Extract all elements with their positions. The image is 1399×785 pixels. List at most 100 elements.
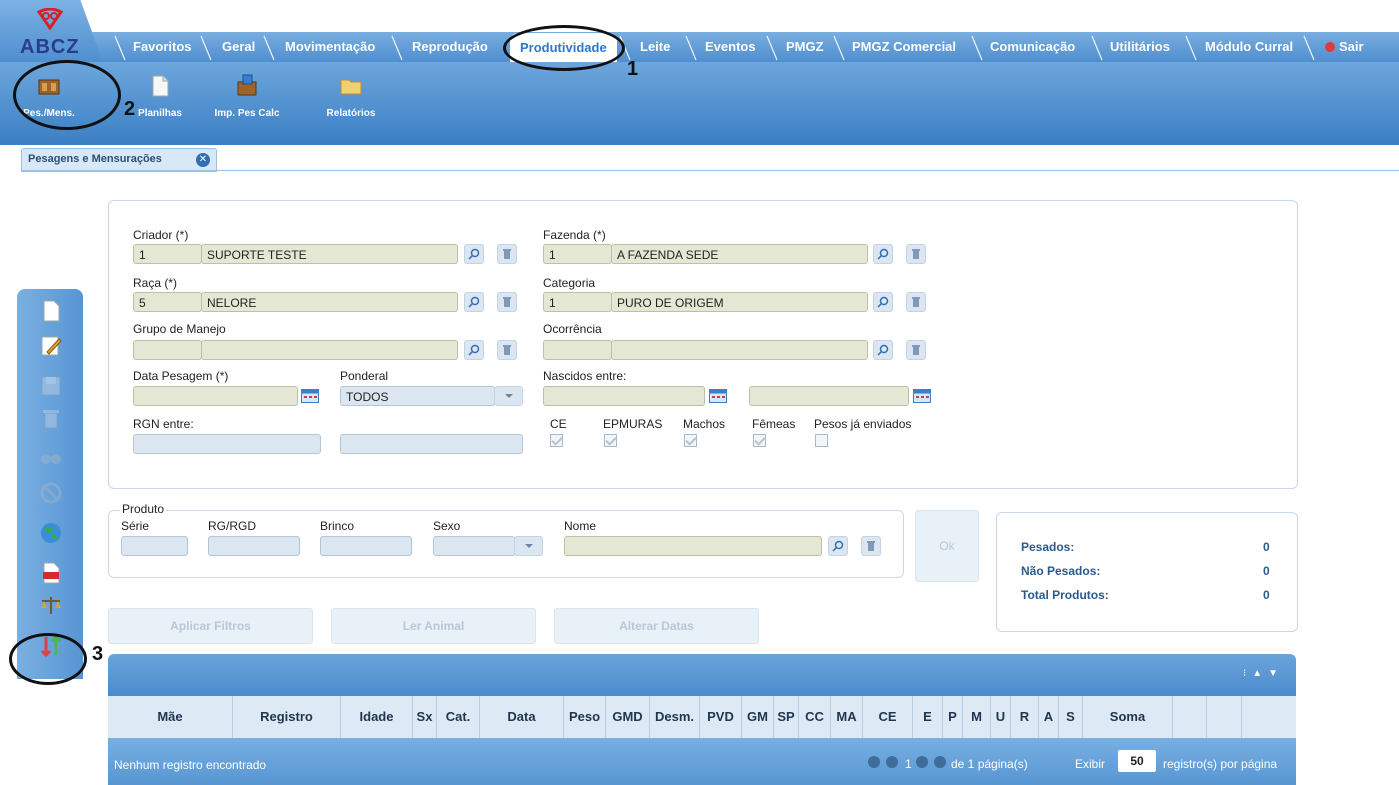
criador-search-button[interactable] xyxy=(464,244,484,264)
save-icon[interactable] xyxy=(39,374,63,398)
nome-clear-button[interactable] xyxy=(861,536,881,556)
ocorrencia-clear-button[interactable] xyxy=(906,340,926,360)
nascidos-to-field[interactable] xyxy=(749,386,909,406)
col-ma[interactable]: MA xyxy=(831,696,863,738)
chevron-down-icon xyxy=(525,544,533,548)
new-document-icon[interactable] xyxy=(39,299,63,323)
calendar-icon[interactable] xyxy=(709,389,727,403)
delete-icon[interactable] xyxy=(39,407,63,431)
categoria-name-field[interactable]: PURO DE ORIGEM xyxy=(611,292,868,312)
data-pesagem-field[interactable] xyxy=(133,386,298,406)
ribbon-imp-pes-calc-button[interactable]: Imp. Pes Calc xyxy=(204,74,290,119)
ocorrencia-name-field[interactable] xyxy=(611,340,868,360)
col-sx[interactable]: Sx xyxy=(413,696,437,738)
tab-pesagens-mensuracoes[interactable]: Pesagens e Mensurações ✕ xyxy=(21,148,217,172)
col-registro[interactable]: Registro xyxy=(233,696,341,738)
femeas-checkbox[interactable] xyxy=(753,434,766,447)
rgn-to-field[interactable] xyxy=(340,434,523,454)
first-page-icon[interactable] xyxy=(868,756,880,768)
col-a[interactable]: A xyxy=(1039,696,1059,738)
fazenda-code-field[interactable]: 1 xyxy=(543,244,612,264)
col-gmd[interactable]: GMD xyxy=(606,696,650,738)
nome-field[interactable] xyxy=(564,536,822,556)
ribbon-imp-pes-calc-label: Imp. Pes Calc xyxy=(214,108,280,119)
last-page-icon[interactable] xyxy=(934,756,946,768)
epmuras-checkbox[interactable] xyxy=(604,434,617,447)
categoria-clear-button[interactable] xyxy=(906,292,926,312)
col-u[interactable]: U xyxy=(991,696,1011,738)
nome-search-button[interactable] xyxy=(828,536,848,556)
ocorrencia-search-button[interactable] xyxy=(873,340,893,360)
alterar-datas-button[interactable]: Alterar Datas xyxy=(554,608,759,644)
next-page-icon[interactable] xyxy=(916,756,928,768)
ponderal-select[interactable]: TODOS xyxy=(340,386,495,406)
scale-icon[interactable] xyxy=(39,594,63,618)
ler-animal-button[interactable]: Ler Animal xyxy=(331,608,536,644)
col-soma[interactable]: Soma xyxy=(1083,696,1173,738)
col-sp[interactable]: SP xyxy=(774,696,799,738)
fazenda-search-button[interactable] xyxy=(873,244,893,264)
brinco-field[interactable] xyxy=(320,536,412,556)
pesos-enviados-checkbox[interactable] xyxy=(815,434,828,447)
fazenda-name-field[interactable]: A FAZENDA SEDE xyxy=(611,244,868,264)
criador-code-field[interactable]: 1 xyxy=(133,244,202,264)
rgn-from-field[interactable] xyxy=(133,434,321,454)
col-m[interactable]: M xyxy=(963,696,991,738)
close-icon[interactable]: ✕ xyxy=(196,153,210,167)
ocorrencia-code-field[interactable] xyxy=(543,340,612,360)
col-e[interactable]: E xyxy=(913,696,943,738)
criador-name-field[interactable]: SUPORTE TESTE xyxy=(201,244,458,264)
ribbon-planilhas-button[interactable]: Planilhas xyxy=(132,74,188,119)
serie-field[interactable] xyxy=(121,536,188,556)
col-cat[interactable]: Cat. xyxy=(437,696,480,738)
nascidos-from-field[interactable] xyxy=(543,386,705,406)
col-pvd[interactable]: PVD xyxy=(700,696,742,738)
ribbon-relatorios-button[interactable]: Relatórios xyxy=(318,74,384,119)
categoria-code-field[interactable]: 1 xyxy=(543,292,612,312)
raca-clear-button[interactable] xyxy=(497,292,517,312)
abcz-logo-icon xyxy=(36,8,64,30)
calendar-icon[interactable] xyxy=(301,389,319,403)
col-peso[interactable]: Peso xyxy=(564,696,606,738)
calendar-icon[interactable] xyxy=(913,389,931,403)
col-r[interactable]: R xyxy=(1011,696,1039,738)
col-idade[interactable]: Idade xyxy=(341,696,413,738)
pdf-icon[interactable] xyxy=(39,561,63,585)
rg-field[interactable] xyxy=(208,536,300,556)
edit-icon[interactable] xyxy=(39,334,63,358)
ce-checkbox[interactable] xyxy=(550,434,563,447)
col-p[interactable]: P xyxy=(943,696,963,738)
grupo-manejo-name-field[interactable] xyxy=(201,340,458,360)
grupo-manejo-clear-button[interactable] xyxy=(497,340,517,360)
ok-button[interactable]: Ok xyxy=(915,510,979,582)
criador-clear-button[interactable] xyxy=(497,244,517,264)
grupo-manejo-search-button[interactable] xyxy=(464,340,484,360)
pesados-label: Pesados: xyxy=(1021,540,1075,554)
raca-code-field[interactable]: 5 xyxy=(133,292,202,312)
col-gm[interactable]: GM xyxy=(742,696,774,738)
ponderal-dropdown-button[interactable] xyxy=(494,386,523,406)
machos-checkbox[interactable] xyxy=(684,434,697,447)
sexo-dropdown-button[interactable] xyxy=(514,536,543,556)
nome-label: Nome xyxy=(564,519,597,533)
search-binoculars-icon[interactable] xyxy=(39,444,63,468)
per-page-input[interactable]: 50 xyxy=(1118,750,1156,772)
categoria-search-button[interactable] xyxy=(873,292,893,312)
globe-icon[interactable] xyxy=(39,521,63,545)
col-ce[interactable]: CE xyxy=(863,696,913,738)
raca-name-field[interactable]: NELORE xyxy=(201,292,458,312)
grid-collapse-controls[interactable]: ⁝▲▼ xyxy=(1243,668,1284,679)
raca-search-button[interactable] xyxy=(464,292,484,312)
cancel-icon[interactable] xyxy=(39,481,63,505)
col-desm[interactable]: Desm. xyxy=(650,696,700,738)
prev-page-icon[interactable] xyxy=(886,756,898,768)
fazenda-clear-button[interactable] xyxy=(906,244,926,264)
col-mae[interactable]: Mãe xyxy=(108,696,233,738)
sexo-select[interactable] xyxy=(433,536,515,556)
aplicar-filtros-button[interactable]: Aplicar Filtros xyxy=(108,608,313,644)
col-s[interactable]: S xyxy=(1059,696,1083,738)
show-label: Exibir xyxy=(1075,757,1106,771)
col-cc[interactable]: CC xyxy=(799,696,831,738)
grupo-manejo-code-field[interactable] xyxy=(133,340,202,360)
col-data[interactable]: Data xyxy=(480,696,564,738)
